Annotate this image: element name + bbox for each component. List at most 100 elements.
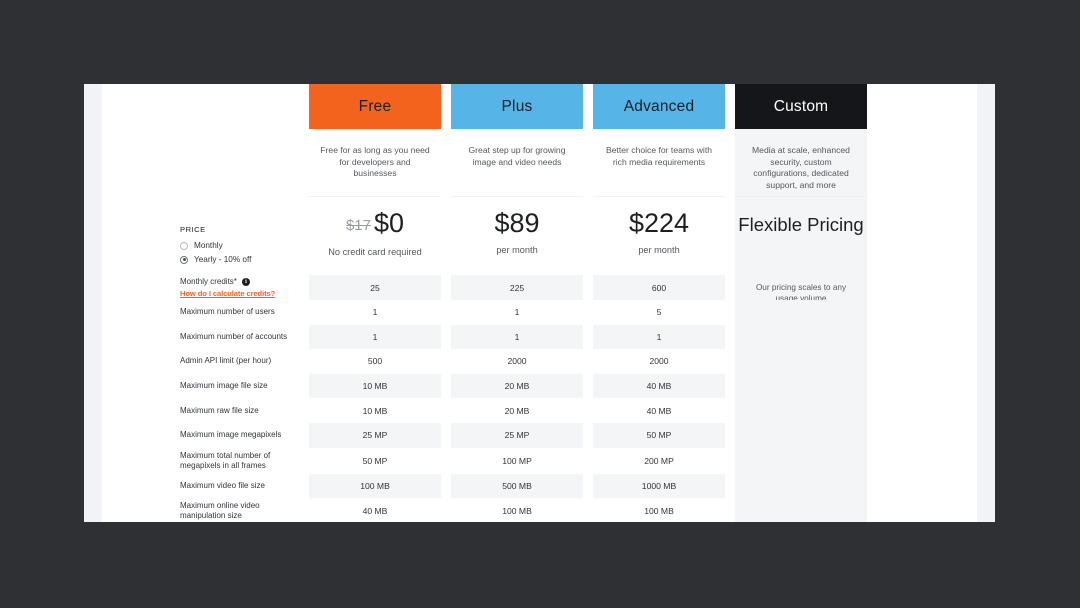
feature-value-custom — [735, 447, 867, 474]
feature-value-advanced: 5 — [593, 300, 725, 325]
feature-value-advanced: 1000 MB — [593, 473, 725, 499]
feature-label-text: Maximum number of accounts — [180, 331, 288, 341]
plan-description-free: Free for as long as you need for develop… — [309, 129, 441, 197]
feature-label-cell: Maximum number of accounts — [102, 324, 309, 350]
table-row: Admin API limit (per hour) 500 2000 2000 — [102, 349, 977, 374]
price-block-custom: Flexible Pricing — [735, 197, 867, 275]
feature-rows: Monthly credits* i How do I calculate cred… — [102, 275, 977, 522]
feature-value-custom — [735, 422, 867, 448]
price-current-custom: Flexible Pricing — [738, 214, 864, 235]
plan-column-free: Free — [309, 84, 441, 129]
feature-label-cell: Maximum video file size — [102, 473, 309, 499]
feature-value-plus: 500 MB — [451, 473, 583, 499]
feature-label-text: Maximum online video manipulation size — [180, 501, 260, 521]
plan-price-row: PRICE Monthly Yearly - 10% off $17 $0 No… — [102, 197, 977, 275]
price-current-plus: $89 — [494, 208, 540, 238]
screen: Free Plus Advanced Custom Free for as lo… — [0, 0, 1080, 608]
price-block-free: $17 $0 No credit card required — [309, 197, 441, 275]
monthly-credits-label-group: Monthly credits* i How do I calculate cred… — [180, 277, 275, 299]
plan-title-custom[interactable]: Custom — [735, 84, 867, 129]
feature-label-text: Monthly credits* — [180, 276, 237, 286]
feature-value-advanced: 100 MB — [593, 498, 725, 522]
plan-title-plus[interactable]: Plus — [451, 84, 583, 129]
feature-label-cell: Monthly credits* i How do I calculate cred… — [102, 275, 309, 300]
price-value-free: $17 $0 — [309, 208, 441, 241]
info-icon[interactable]: i — [241, 277, 250, 286]
feature-value-free: 1 — [309, 324, 441, 350]
plan-title-free[interactable]: Free — [309, 84, 441, 129]
plan-price-cell-plus: $89 per month — [451, 197, 583, 275]
monthly-credits-title-line: Monthly credits* i — [180, 277, 275, 287]
price-selector-column: PRICE Monthly Yearly - 10% off — [102, 197, 309, 275]
feature-label-cell: Maximum raw file size — [102, 398, 309, 423]
feature-value-plus: 25 MP — [451, 422, 583, 448]
feature-value-plus: 20 MB — [451, 373, 583, 399]
plan-description-custom: Media at scale, enhanced security, custo… — [735, 129, 867, 197]
feature-value-free: 25 MP — [309, 422, 441, 448]
table-row: Maximum image megapixels 25 MP 25 MP 50 MP — [102, 422, 977, 448]
plan-price-cell-custom: Flexible Pricing — [735, 197, 867, 275]
price-note-plus: per month — [496, 245, 538, 255]
plan-title-advanced[interactable]: Advanced — [593, 84, 725, 129]
browser-content-area: Free Plus Advanced Custom Free for as lo… — [84, 84, 995, 522]
feature-value-free: 25 — [309, 275, 441, 300]
plan-description-advanced: Better choice for teams with rich media … — [593, 129, 725, 197]
radio-yearly-icon[interactable] — [180, 255, 188, 264]
feature-label-text: Maximum total number of megapixels in al… — [180, 450, 271, 470]
feature-value-plus: 225 — [451, 275, 583, 300]
plan-header-row: Free Plus Advanced Custom — [102, 84, 977, 129]
feature-value-custom — [735, 300, 867, 325]
radio-yearly-label: Yearly - 10% off — [194, 255, 252, 264]
header-spacer — [102, 84, 309, 129]
plan-column-plus: Plus — [451, 84, 583, 129]
feature-value-advanced: 200 MP — [593, 447, 725, 474]
feature-label-cell: Maximum number of users — [102, 300, 309, 325]
feature-value-free: 10 MB — [309, 398, 441, 423]
price-note-free: No credit card required — [328, 247, 422, 257]
price-current-advanced: $224 — [628, 208, 690, 238]
calculate-credits-link[interactable]: How do I calculate credits? — [180, 289, 275, 299]
pricing-table: Free Plus Advanced Custom Free for as lo… — [102, 84, 977, 522]
radio-monthly-label: Monthly — [194, 241, 223, 250]
table-row: Maximum number of accounts 1 1 1 — [102, 324, 977, 350]
feature-value-free: 500 — [309, 349, 441, 374]
plan-column-custom: Custom — [735, 84, 867, 129]
feature-value-plus: 1 — [451, 324, 583, 350]
feature-value-free: 50 MP — [309, 447, 441, 474]
feature-value-advanced: 1 — [593, 324, 725, 350]
feature-value-custom — [735, 373, 867, 399]
feature-value-custom — [735, 498, 867, 522]
table-row: Maximum online video manipulation size 40… — [102, 498, 977, 522]
plan-price-cell-advanced: $224 per month — [593, 197, 725, 275]
feature-label-text: Admin API limit (per hour) — [180, 356, 272, 366]
feature-value-advanced: 2000 — [593, 349, 725, 374]
table-row: Maximum image file size 10 MB 20 MB 40 MB — [102, 373, 977, 399]
plan-description-plus: Great step up for growing image and vide… — [451, 129, 583, 197]
feature-value-free: 100 MB — [309, 473, 441, 499]
price-current-free: $0 — [373, 208, 405, 238]
plan-column-advanced: Advanced — [593, 84, 725, 129]
table-row: Monthly credits* i How do I calculate cred… — [102, 275, 977, 303]
feature-value-custom: Our pricing scales to any usage volume — [735, 275, 867, 303]
feature-value-free: 1 — [309, 300, 441, 325]
feature-value-advanced: 50 MP — [593, 422, 725, 448]
price-original-free: $17 — [345, 217, 371, 234]
feature-value-custom — [735, 324, 867, 350]
plan-price-cell-free: $17 $0 No credit card required — [309, 197, 441, 275]
table-row: Maximum raw file size 10 MB 20 MB 40 MB — [102, 398, 977, 423]
radio-option-monthly[interactable]: Monthly — [180, 241, 301, 250]
radio-monthly-icon[interactable] — [180, 241, 188, 250]
price-note-advanced: per month — [638, 245, 680, 255]
feature-value-plus: 20 MB — [451, 398, 583, 423]
feature-value-advanced: 40 MB — [593, 398, 725, 423]
feature-label-text: Maximum video file size — [180, 480, 265, 490]
table-row: Maximum number of users 1 1 5 — [102, 300, 977, 325]
table-row: Maximum video file size 100 MB 500 MB 1000 … — [102, 473, 977, 499]
feature-label-text: Maximum number of users — [180, 307, 275, 317]
plan-desc-cell-advanced: Better choice for teams with rich media … — [593, 129, 725, 197]
feature-label-cell: Maximum image megapixels — [102, 422, 309, 448]
price-block-advanced: $224 per month — [593, 197, 725, 275]
radio-option-yearly[interactable]: Yearly - 10% off — [180, 255, 301, 264]
feature-value-advanced: 40 MB — [593, 373, 725, 399]
